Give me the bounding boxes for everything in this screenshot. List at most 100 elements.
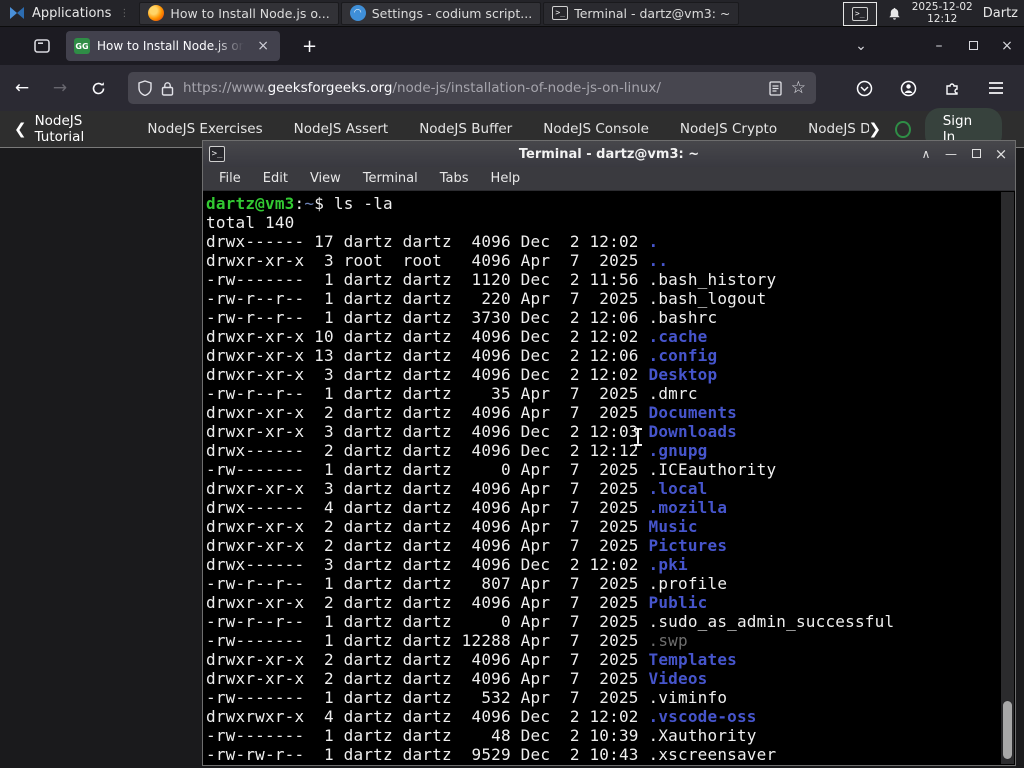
browser-maximize-button[interactable] — [956, 38, 990, 54]
menu-hamburger-icon[interactable] — [980, 72, 1012, 104]
system-tray: >_ 2025-12-02 12:12 Dartz — [842, 0, 1024, 27]
terminal-output-line: -rw-r--r-- 1 dartz dartz 220 Apr 7 2025 … — [206, 289, 767, 308]
terminal-menu-bar: File Edit View Terminal Tabs Help — [203, 167, 1015, 191]
tab-close-icon[interactable]: × — [254, 37, 272, 55]
clock[interactable]: 2025-12-02 12:12 — [911, 1, 973, 25]
browser-close-button[interactable]: × — [990, 38, 1024, 54]
tracking-shield-icon[interactable] — [138, 80, 152, 96]
terminal-icon: >_ — [552, 6, 569, 20]
terminal-close-button[interactable]: × — [993, 145, 1009, 163]
site-nav-links: NodeJS Exercises NodeJS Assert NodeJS Buff… — [147, 121, 868, 137]
terminal-output-line: drwx------ 17 dartz dartz 4096 Dec 2 12:… — [206, 232, 659, 251]
site-nav-link[interactable]: NodeJS Crypto — [680, 121, 777, 137]
terminal-output-line: drwxr-xr-x 2 dartz dartz 4096 Apr 7 2025… — [206, 650, 737, 669]
terminal-window-title: Terminal - dartz@vm3: ~ — [518, 146, 700, 162]
taskbar-button-firefox[interactable]: How to Install Node.js o... — [139, 1, 339, 25]
mouse-cursor-ibeam — [632, 426, 644, 448]
taskbar-button-terminal[interactable]: >_ Terminal - dartz@vm3: ~ — [543, 1, 740, 25]
site-nav-link[interactable]: NodeJS Console — [543, 121, 649, 137]
browser-tab-active[interactable]: GG How to Install Node.js on × — [66, 31, 280, 61]
site-nav-link[interactable]: NodeJS Assert — [294, 121, 389, 137]
back-button[interactable]: ← — [6, 72, 38, 104]
top-panel: Applications ⋮ How to Install Node.js o.… — [0, 0, 1024, 27]
clock-date: 2025-12-02 — [911, 1, 973, 13]
terminal-menu-item[interactable]: Terminal — [353, 169, 428, 188]
account-icon[interactable] — [892, 72, 924, 104]
terminal-output-line: drwx------ 4 dartz dartz 4096 Apr 7 2025… — [206, 498, 728, 517]
browser-minimize-button[interactable]: – — [922, 38, 956, 54]
terminal-menu-item[interactable]: Tabs — [430, 169, 479, 188]
panel-separator: ⋮ — [119, 7, 129, 19]
terminal-window: >_ Terminal - dartz@vm3: ~ ∧ — × File Edi… — [202, 140, 1016, 766]
list-all-tabs-icon[interactable]: ⌄ — [846, 38, 876, 54]
terminal-output-line: -rw------- 1 dartz dartz 1120 Dec 2 11:5… — [206, 270, 777, 289]
terminal-maximize-button[interactable] — [968, 147, 984, 161]
terminal-output-line: drwxr-xr-x 3 root root 4096 Apr 7 2025 .… — [206, 251, 669, 270]
url-input[interactable]: https://www.geeksforgeeks.org/node-js/in… — [128, 72, 816, 104]
site-nav-link[interactable]: NodeJS Exercises — [147, 121, 262, 137]
user-menu[interactable]: Dartz — [983, 6, 1020, 21]
applications-menu[interactable]: Applications ⋮ — [0, 0, 138, 27]
applications-label: Applications — [32, 5, 112, 21]
nav-scroll-left-icon[interactable]: ❮ — [14, 120, 27, 138]
nav-scroll-right-icon[interactable]: ❯ — [869, 120, 882, 138]
extensions-icon[interactable] — [936, 72, 968, 104]
terminal-output-line: -rw------- 1 dartz dartz 0 Apr 7 2025 .I… — [206, 460, 777, 479]
terminal-output-line: drwxr-xr-x 2 dartz dartz 4096 Apr 7 2025… — [206, 669, 708, 688]
terminal-output-line: drwxr-xr-x 3 dartz dartz 4096 Dec 2 12:0… — [206, 422, 737, 441]
terminal-output-line: drwxr-xr-x 2 dartz dartz 4096 Apr 7 2025… — [206, 403, 737, 422]
reload-button[interactable] — [82, 72, 114, 104]
terminal-output-line: drwxr-xr-x 3 dartz dartz 4096 Dec 2 12:0… — [206, 365, 718, 384]
terminal-output-line: drwxr-xr-x 3 dartz dartz 4096 Apr 7 2025… — [206, 479, 708, 498]
terminal-output-line: -rw-rw-r-- 1 dartz dartz 9529 Dec 2 10:4… — [206, 745, 777, 764]
notification-bell-icon[interactable] — [887, 6, 902, 22]
terminal-title-bar[interactable]: >_ Terminal - dartz@vm3: ~ ∧ — × — [203, 141, 1015, 167]
terminal-output-line: drwxrwxr-x 4 dartz dartz 4096 Dec 2 12:0… — [206, 707, 757, 726]
terminal-output-line: -rw-r--r-- 1 dartz dartz 0 Apr 7 2025 .s… — [206, 612, 895, 631]
nav-link-tutorial[interactable]: NodeJS Tutorial — [35, 113, 126, 145]
clock-time: 12:12 — [927, 12, 958, 25]
terminal-menu-item[interactable]: File — [209, 169, 251, 188]
terminal-prompt-line: dartz@vm3:~$ ls -la — [206, 194, 393, 213]
terminal-output-line: -rw-r--r-- 1 dartz dartz 3730 Dec 2 12:0… — [206, 308, 718, 327]
bookmark-star-icon[interactable]: ☆ — [791, 78, 806, 98]
browser-tab-bar: GG How to Install Node.js on × + ⌄ – × — [0, 27, 1024, 65]
lock-icon[interactable] — [161, 81, 174, 96]
terminal-minimize-button[interactable]: — — [943, 147, 959, 161]
terminal-menu-item[interactable]: Help — [481, 169, 531, 188]
terminal-output-line: drwxr-xr-x 13 dartz dartz 4096 Dec 2 12:… — [206, 346, 718, 365]
site-nav-link[interactable]: NodeJS Buffer — [419, 121, 512, 137]
terminal-scrollbar[interactable] — [1001, 192, 1014, 764]
terminal-output-line: -rw-r--r-- 1 dartz dartz 35 Apr 7 2025 .… — [206, 384, 698, 403]
terminal-output[interactable]: dartz@vm3:~$ ls -la total 140 drwx------… — [203, 191, 1015, 765]
firefox-view-icon[interactable] — [28, 32, 56, 60]
terminal-output-line: -rw------- 1 dartz dartz 12288 Apr 7 202… — [206, 631, 688, 650]
forward-button[interactable]: → — [44, 72, 76, 104]
terminal-menu-item[interactable]: Edit — [253, 169, 298, 188]
terminal-output-line: drwx------ 2 dartz dartz 4096 Dec 2 12:1… — [206, 441, 708, 460]
firefox-icon — [148, 5, 165, 21]
pocket-icon[interactable] — [848, 72, 880, 104]
terminal-output-line: drwxr-xr-x 10 dartz dartz 4096 Dec 2 12:… — [206, 327, 708, 346]
terminal-output-line: -rw------- 1 dartz dartz 532 Apr 7 2025 … — [206, 688, 728, 707]
xfce-logo-icon — [10, 7, 24, 19]
new-tab-button[interactable]: + — [294, 34, 325, 59]
site-nav-link[interactable]: NodeJS DNS — [808, 121, 868, 137]
desktop: Applications ⋮ How to Install Node.js o.… — [0, 0, 1024, 768]
terminal-menu-item[interactable]: View — [300, 169, 351, 188]
terminal-output-line: -rw-r--r-- 1 dartz dartz 807 Apr 7 2025 … — [206, 574, 728, 593]
terminal-scrollbar-thumb[interactable] — [1003, 701, 1012, 759]
tray-terminal-icon[interactable]: >_ — [842, 1, 877, 26]
terminal-shade-button[interactable]: ∧ — [918, 147, 934, 161]
search-icon[interactable] — [895, 120, 911, 138]
terminal-total-line: total 140 — [206, 213, 295, 232]
terminal-output-line: drwxr-xr-x 2 dartz dartz 4096 Apr 7 2025… — [206, 536, 728, 555]
url-text: https://www.geeksforgeeks.org/node-js/in… — [183, 80, 661, 96]
reader-mode-icon[interactable] — [769, 80, 782, 96]
geeksforgeeks-favicon: GG — [74, 38, 90, 54]
terminal-output-line: -rw------- 1 dartz dartz 48 Dec 2 10:39 … — [206, 726, 757, 745]
terminal-output-line: drwx------ 3 dartz dartz 4096 Dec 2 12:0… — [206, 555, 688, 574]
browser-toolbar: ← → https://www.geeksforgeeks.org/node-j… — [0, 65, 1024, 111]
codium-icon: ◠ — [349, 5, 366, 21]
taskbar-button-codium[interactable]: ◠ Settings - codium script... — [340, 1, 542, 25]
